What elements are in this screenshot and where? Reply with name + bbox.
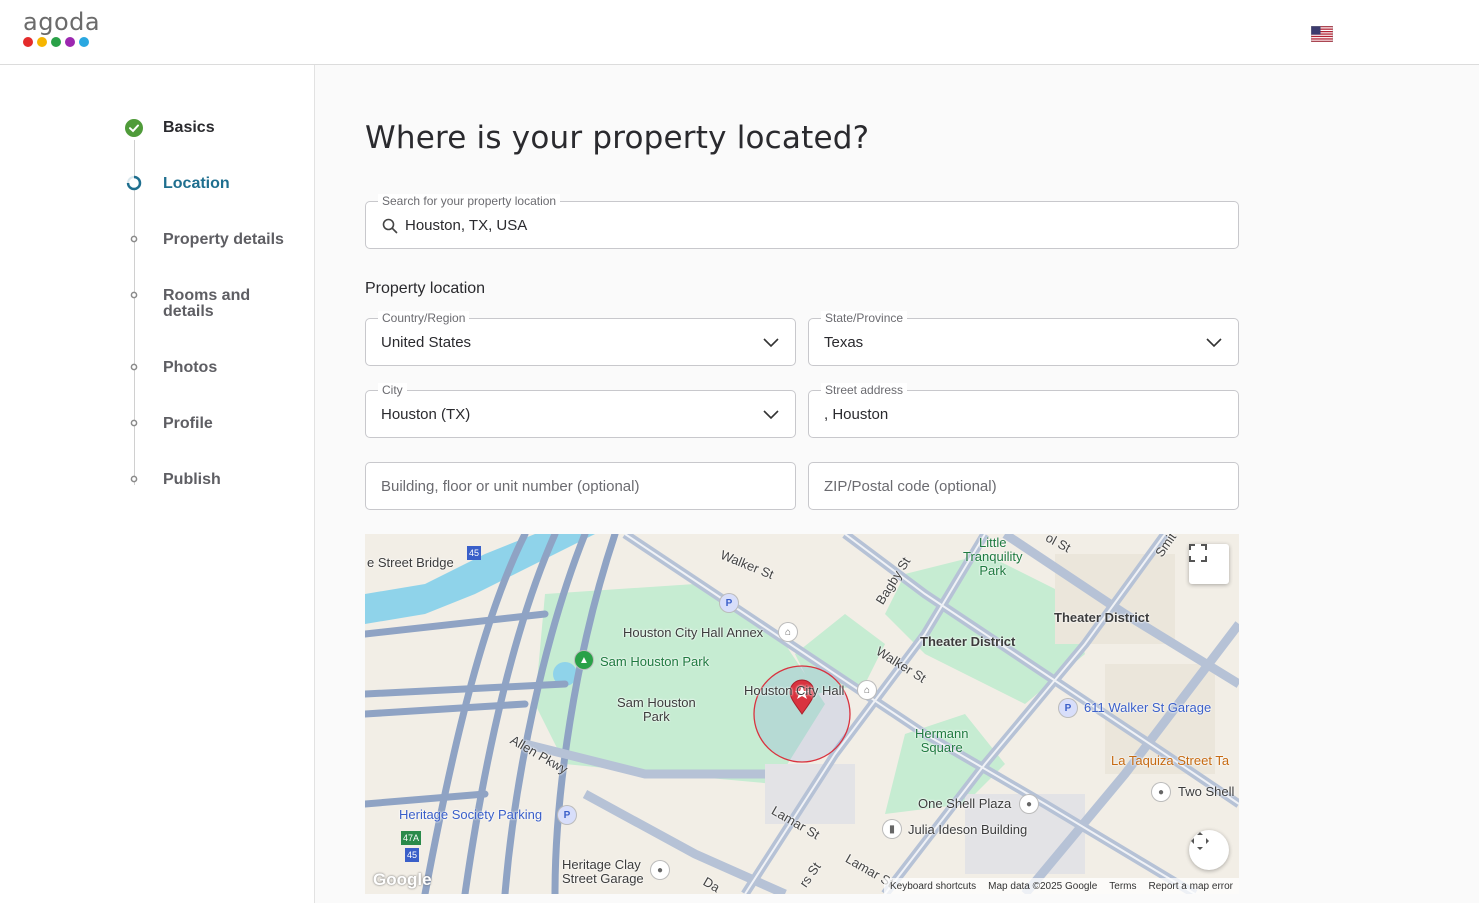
zip-placeholder: ZIP/Postal code (optional)	[824, 478, 997, 495]
building-unit-input[interactable]: Building, floor or unit number (optional…	[365, 462, 796, 510]
progress-ring-icon	[126, 175, 142, 191]
location-map[interactable]: e Street Bridge Walker St Bagby St Littl…	[365, 534, 1239, 894]
map-label: 611 Walker St Garage	[1084, 700, 1212, 715]
logo-text: agoda	[23, 8, 101, 36]
step-dot-icon	[130, 475, 138, 483]
step-dot-icon	[130, 291, 138, 299]
map-label: Hermann Square	[915, 726, 969, 755]
terms-link[interactable]: Terms	[1109, 881, 1136, 892]
keyboard-shortcuts-link[interactable]: Keyboard shortcuts	[890, 881, 976, 892]
step-property-details[interactable]: Property details	[163, 232, 284, 248]
exit-sign: 47A	[401, 831, 422, 845]
map-label: La Taquiza Street Ta	[1111, 753, 1230, 768]
agoda-logo[interactable]: agoda	[23, 10, 100, 47]
map-label: Little Tranquility Park	[963, 535, 1023, 578]
steps-sidebar	[0, 65, 315, 903]
map-label: Theater District	[1054, 610, 1150, 625]
google-logo[interactable]: Google	[373, 870, 432, 890]
search-value: Houston, TX, USA	[405, 217, 528, 234]
move-arrows-icon	[1191, 832, 1209, 850]
fullscreen-icon	[1189, 544, 1207, 562]
city-select[interactable]: City Houston (TX)	[365, 383, 796, 438]
map-label: Sam Houston Park	[617, 695, 696, 724]
us-flag-icon[interactable]	[1311, 26, 1333, 42]
map-label: Heritage Clay Street Garage	[562, 857, 644, 886]
street-legend: Street address	[821, 383, 908, 397]
map-data-text: Map data ©2025 Google	[988, 880, 1098, 892]
step-photos[interactable]: Photos	[163, 360, 217, 376]
step-profile[interactable]: Profile	[163, 416, 213, 432]
state-value: Texas	[824, 334, 864, 351]
zip-code-input[interactable]: ZIP/Postal code (optional)	[808, 462, 1239, 510]
park-icon[interactable]: ▲	[575, 651, 593, 669]
step-location[interactable]: Location	[163, 176, 230, 192]
state-legend: State/Province	[821, 311, 908, 325]
property-location-heading: Property location	[365, 280, 486, 297]
map-label: One Shell Plaza	[918, 796, 1012, 811]
search-icon	[382, 218, 398, 234]
report-map-error-link[interactable]: Report a map error	[1149, 881, 1233, 892]
library-icon[interactable]: ▮	[883, 820, 901, 838]
street-address-input[interactable]: Street address , Houston	[808, 383, 1239, 438]
map-label: Sam Houston Park	[600, 654, 710, 669]
step-dot-icon	[130, 235, 138, 243]
step-dot-icon	[130, 419, 138, 427]
chevron-down-icon	[763, 410, 779, 420]
government-building-icon[interactable]: ⌂	[779, 623, 797, 641]
step-dot-icon	[130, 363, 138, 371]
search-legend: Search for your property location	[378, 194, 561, 208]
chevron-down-icon	[1206, 338, 1222, 348]
step-rooms-and-details[interactable]: Rooms and details	[163, 288, 283, 320]
country-value: United States	[381, 334, 472, 351]
country-legend: Country/Region	[378, 311, 470, 325]
map-camera-control-button[interactable]	[1189, 830, 1229, 870]
map-label: Houston City Hall Annex	[623, 625, 764, 640]
interstate-shield: 45	[405, 848, 420, 862]
state-select[interactable]: State/Province Texas	[808, 311, 1239, 366]
map-label: Julia Ideson Building	[908, 822, 1028, 837]
building-placeholder: Building, floor or unit number (optional…	[381, 478, 640, 495]
page-title: Where is your property located?	[365, 120, 870, 156]
chevron-down-icon	[763, 338, 779, 348]
parking-icon[interactable]: P	[1059, 699, 1077, 717]
map-label: Two Shell	[1178, 784, 1235, 799]
map-footer: Keyboard shortcuts Map data ©2025 Google…	[883, 878, 1239, 894]
map-label: Heritage Society Parking	[399, 807, 543, 822]
place-icon[interactable]: ●	[1020, 795, 1038, 813]
map-label: Theater District	[920, 634, 1016, 649]
parking-icon[interactable]: P	[720, 594, 738, 612]
parking-icon[interactable]: P	[558, 806, 576, 824]
interstate-shield: 45	[467, 546, 482, 560]
place-icon[interactable]: ●	[1152, 783, 1170, 801]
place-icon[interactable]: ●	[651, 861, 669, 879]
city-value: Houston (TX)	[381, 406, 471, 423]
map-label: e Street Bridge	[367, 555, 454, 570]
map-label: Houston City Hall	[744, 683, 845, 698]
fullscreen-button[interactable]	[1189, 544, 1229, 584]
government-building-icon[interactable]: ⌂	[858, 681, 876, 699]
logo-dots	[23, 37, 100, 47]
step-basics[interactable]: Basics	[163, 120, 215, 136]
city-legend: City	[378, 383, 407, 397]
location-search-input[interactable]: Search for your property location Housto…	[365, 194, 1239, 249]
steps-connector	[134, 140, 135, 485]
top-bar: agoda	[0, 0, 1479, 65]
step-publish[interactable]: Publish	[163, 472, 221, 488]
country-select[interactable]: Country/Region United States	[365, 311, 796, 366]
street-value: , Houston	[824, 406, 889, 423]
check-circle-icon	[125, 119, 143, 137]
